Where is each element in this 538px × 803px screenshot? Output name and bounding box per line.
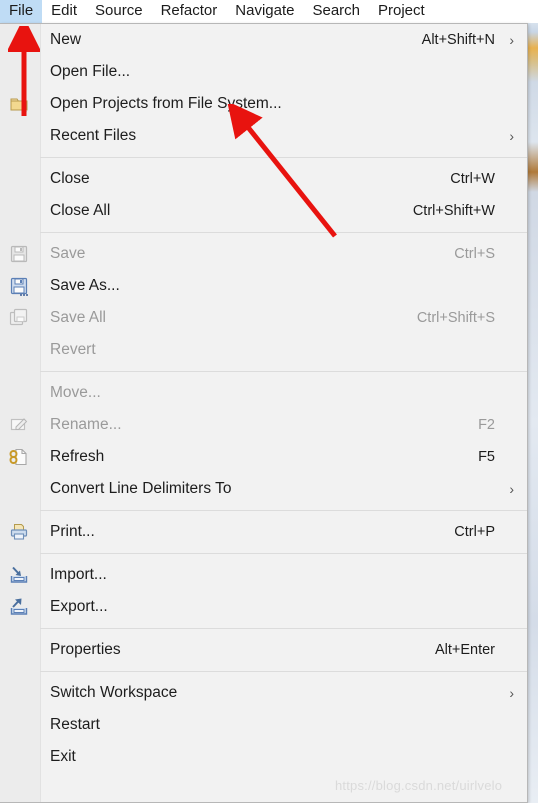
menu-item-export[interactable]: Export... xyxy=(0,591,527,623)
menubar-item-project[interactable]: Project xyxy=(369,0,434,23)
menu-separator xyxy=(40,553,527,554)
ide-background-right-strip xyxy=(528,22,538,803)
no-icon xyxy=(8,339,30,361)
chevron-right-icon: › xyxy=(509,685,514,701)
menu-separator xyxy=(40,232,527,233)
menu-item-new[interactable]: New Alt+Shift+N › xyxy=(0,24,527,56)
menu-item-rename: Rename... F2 xyxy=(0,409,527,441)
no-icon xyxy=(8,382,30,404)
folder-open-icon xyxy=(8,93,30,115)
menu-item-label: Properties xyxy=(50,641,121,658)
menu-item-save-as[interactable]: Save As... xyxy=(0,270,527,302)
menu-bar: File Edit Source Refactor Navigate Search Proj… xyxy=(0,0,538,23)
menu-item-print[interactable]: Print... Ctrl+P xyxy=(0,516,527,548)
menubar-item-refactor[interactable]: Refactor xyxy=(152,0,227,23)
menu-item-shortcut: Ctrl+W xyxy=(450,171,495,187)
menubar-item-search[interactable]: Search xyxy=(303,0,369,23)
menu-item-label: Save xyxy=(50,245,86,262)
export-icon xyxy=(8,596,30,618)
file-dropdown-menu: New Alt+Shift+N › Open File... Open Projects… xyxy=(0,23,528,803)
menu-separator xyxy=(40,671,527,672)
print-icon xyxy=(8,521,30,543)
no-icon xyxy=(8,746,30,768)
menu-separator xyxy=(40,371,527,372)
menu-item-shortcut: Ctrl+Shift+S xyxy=(416,310,495,326)
menu-item-label: Import... xyxy=(50,566,107,583)
import-icon xyxy=(8,564,30,586)
menu-separator xyxy=(40,628,527,629)
watermark-text: https://blog.csdn.net/uirlvelo xyxy=(335,778,503,793)
no-icon xyxy=(8,61,30,83)
menu-item-label: Move... xyxy=(50,384,101,401)
menu-item-save-all: Save All Ctrl+Shift+S xyxy=(0,302,527,334)
menu-item-exit[interactable]: Exit xyxy=(0,741,527,773)
menu-item-label: Rename... xyxy=(50,416,122,433)
menu-item-close[interactable]: Close Ctrl+W xyxy=(0,163,527,195)
menu-item-label: Save As... xyxy=(50,277,120,294)
menu-item-refresh[interactable]: Refresh F5 xyxy=(0,441,527,473)
menu-item-properties[interactable]: Properties Alt+Enter xyxy=(0,634,527,666)
no-icon xyxy=(8,200,30,222)
menubar-item-source[interactable]: Source xyxy=(86,0,152,23)
menu-item-label: New xyxy=(50,31,82,48)
menu-item-shortcut: Alt+Enter xyxy=(434,642,495,658)
menu-item-label: Switch Workspace xyxy=(50,684,178,701)
menu-item-label: Open File... xyxy=(50,63,131,80)
menu-item-shortcut: F5 xyxy=(478,449,495,465)
menu-separator xyxy=(40,510,527,511)
no-icon xyxy=(8,714,30,736)
chevron-right-icon: › xyxy=(509,32,514,48)
no-icon xyxy=(8,125,30,147)
menu-item-label: Restart xyxy=(50,716,100,733)
menu-item-recent-files[interactable]: Recent Files › xyxy=(0,120,527,152)
menu-item-label: Open Projects from File System... xyxy=(50,95,282,112)
menu-separator xyxy=(40,157,527,158)
menu-item-open-projects-from-file-system[interactable]: Open Projects from File System... xyxy=(0,88,527,120)
no-icon xyxy=(8,639,30,661)
menu-item-shortcut: F2 xyxy=(478,417,495,433)
menu-item-label: Revert xyxy=(50,341,96,358)
no-icon xyxy=(8,29,30,51)
menu-item-label: Refresh xyxy=(50,448,105,465)
menu-item-restart[interactable]: Restart xyxy=(0,709,527,741)
menu-item-shortcut: Ctrl+S xyxy=(454,246,495,262)
menu-item-open-file[interactable]: Open File... xyxy=(0,56,527,88)
menu-item-label: Print... xyxy=(50,523,95,540)
save-as-icon xyxy=(8,275,30,297)
menu-item-revert: Revert xyxy=(0,334,527,366)
menu-item-label: Convert Line Delimiters To xyxy=(50,480,232,497)
menu-item-convert-line-delimiters-to[interactable]: Convert Line Delimiters To › xyxy=(0,473,527,505)
no-icon xyxy=(8,478,30,500)
menu-item-label: Save All xyxy=(50,309,107,326)
menu-item-shortcut: Ctrl+Shift+W xyxy=(412,203,495,219)
refresh-icon xyxy=(8,446,30,468)
menu-item-move: Move... xyxy=(0,377,527,409)
menu-item-shortcut: Ctrl+P xyxy=(454,524,495,540)
menubar-item-navigate[interactable]: Navigate xyxy=(226,0,303,23)
menu-item-switch-workspace[interactable]: Switch Workspace › xyxy=(0,677,527,709)
menu-item-shortcut: Alt+Shift+N xyxy=(421,32,495,48)
no-icon xyxy=(8,168,30,190)
menu-item-list: New Alt+Shift+N › Open File... Open Projects… xyxy=(0,24,527,773)
menu-item-label: Export... xyxy=(50,598,108,615)
menubar-item-edit[interactable]: Edit xyxy=(42,0,86,23)
menubar-item-file[interactable]: File xyxy=(0,0,43,23)
menu-item-save: Save Ctrl+S xyxy=(0,238,527,270)
rename-icon xyxy=(8,414,30,436)
save-all-icon xyxy=(8,307,30,329)
menu-item-import[interactable]: Import... xyxy=(0,559,527,591)
menu-item-label: Recent Files xyxy=(50,127,137,144)
menu-item-label: Close All xyxy=(50,202,111,219)
chevron-right-icon: › xyxy=(509,481,514,497)
no-icon xyxy=(8,682,30,704)
save-icon xyxy=(8,243,30,265)
menu-item-label: Exit xyxy=(50,748,76,765)
chevron-right-icon: › xyxy=(509,128,514,144)
menu-item-close-all[interactable]: Close All Ctrl+Shift+W xyxy=(0,195,527,227)
menu-item-label: Close xyxy=(50,170,90,187)
